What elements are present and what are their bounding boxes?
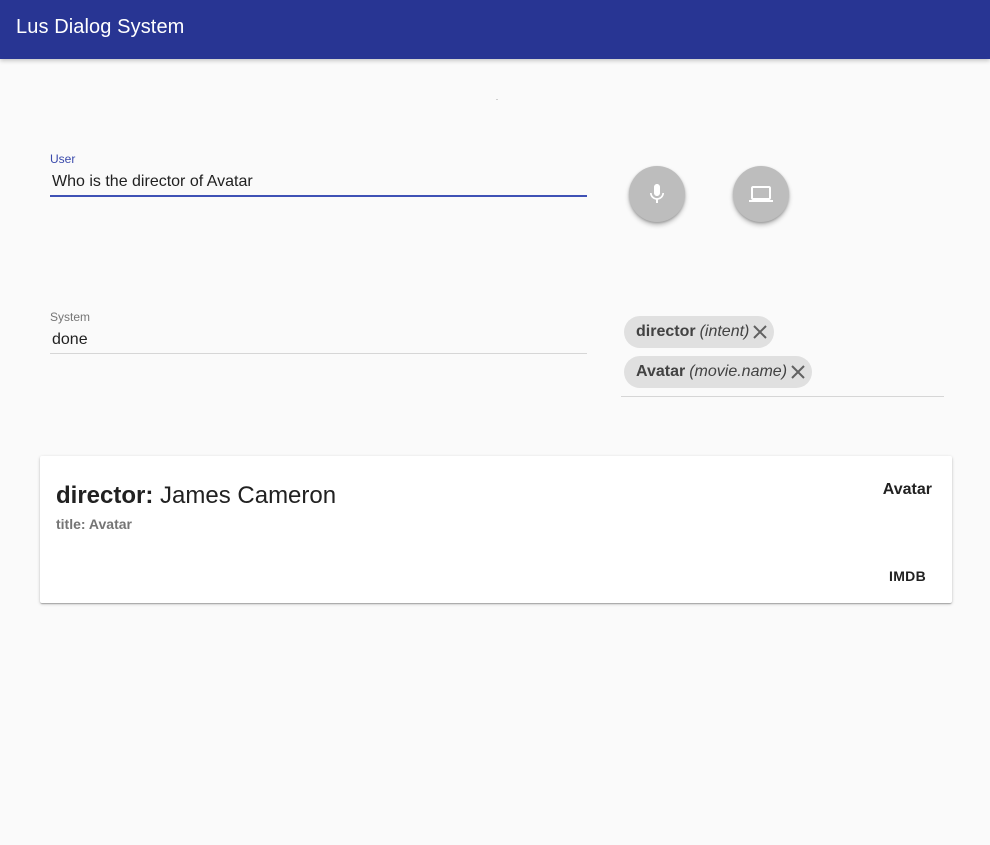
app-bar: Lus Dialog System <box>0 0 990 59</box>
chip-entity-movie-name[interactable]: Avatar (movie.name) <box>624 356 813 388</box>
laptop-icon <box>749 182 773 206</box>
divider-dot <box>496 99 498 100</box>
result-key: director: <box>56 482 154 509</box>
entity-chips: director (intent) Avatar (movie.name) <box>621 313 944 397</box>
user-input-field[interactable]: User <box>50 152 587 198</box>
system-field-underline <box>50 353 587 354</box>
result-title: director: James Cameron <box>56 482 336 510</box>
close-icon[interactable] <box>750 322 770 342</box>
close-icon[interactable] <box>788 362 808 382</box>
user-field-underline <box>50 195 587 197</box>
result-value: James Cameron <box>160 482 337 509</box>
mic-button[interactable] <box>629 166 685 222</box>
system-output-field: System done <box>50 310 587 356</box>
result-subtitle: title: Avatar <box>56 516 132 532</box>
user-field-label: User <box>50 152 76 166</box>
user-input[interactable] <box>52 173 572 191</box>
system-field-label: System <box>50 310 91 324</box>
imdb-button[interactable]: IMDB <box>889 568 926 584</box>
system-output: done <box>52 331 88 348</box>
app-title: Lus Dialog System <box>16 16 185 38</box>
mic-icon <box>645 182 669 206</box>
computer-button[interactable] <box>733 166 789 222</box>
chip-name: Avatar <box>636 363 686 380</box>
chip-intent-director[interactable]: director (intent) <box>624 316 775 348</box>
result-tag: Avatar <box>882 481 932 498</box>
result-card: director: James Cameron title: Avatar Av… <box>40 456 952 603</box>
chip-name: director <box>636 323 696 340</box>
chip-type: (movie.name) <box>689 363 788 380</box>
chip-type: (intent) <box>699 323 750 340</box>
chips-underline <box>621 396 944 397</box>
